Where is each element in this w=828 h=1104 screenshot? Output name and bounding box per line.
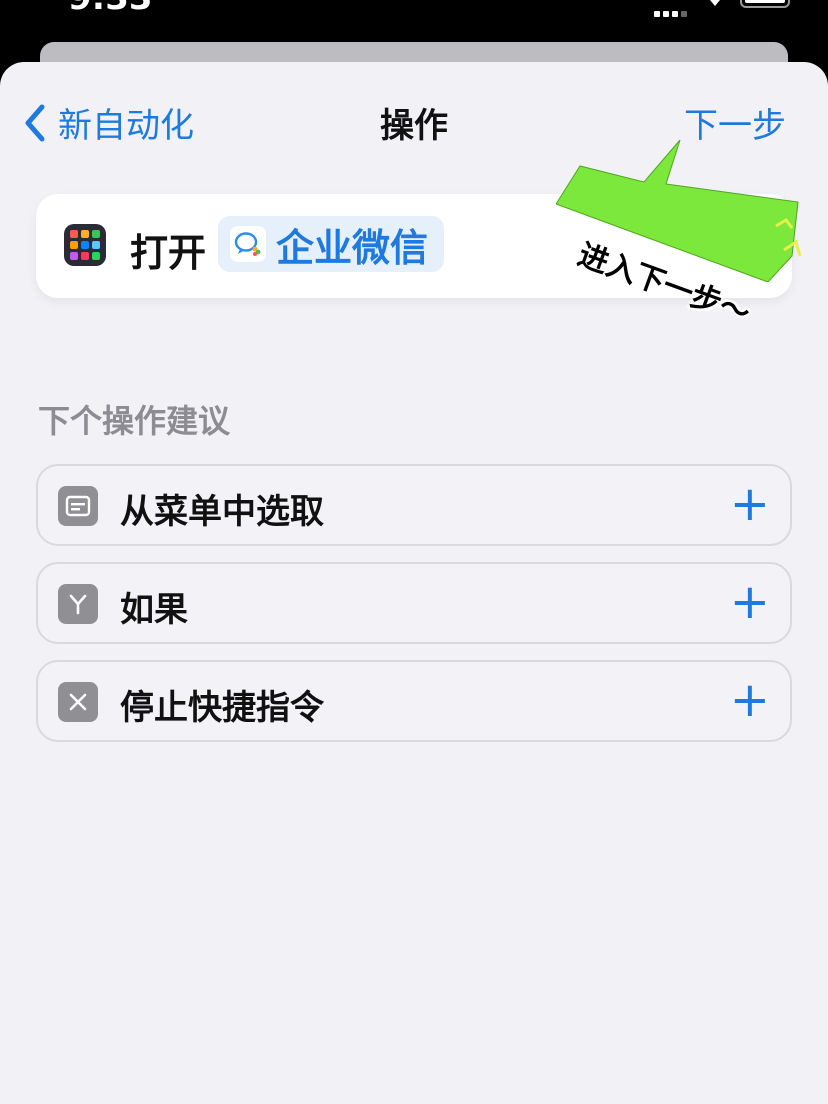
- add-suggestion-button[interactable]: +: [730, 672, 770, 728]
- suggestion-choose-from-menu[interactable]: 从菜单中选取 +: [36, 464, 792, 546]
- app-name: 企业微信: [276, 225, 429, 270]
- battery-icon: [740, 0, 790, 8]
- status-bar: 9:33: [0, 0, 828, 44]
- suggestion-label: 停止快捷指令: [120, 688, 324, 728]
- app-selector-chip[interactable]: 企业微信: [218, 216, 445, 272]
- add-suggestion-button[interactable]: +: [730, 574, 770, 630]
- status-time: 9:33: [68, 0, 153, 18]
- action-verb: 打开: [130, 231, 207, 275]
- back-button[interactable]: 新自动化: [24, 98, 194, 147]
- suggestion-if[interactable]: 如果 +: [36, 562, 792, 644]
- wecom-icon: [230, 226, 266, 262]
- wifi-icon: [710, 0, 720, 6]
- actions-sheet: 新自动化 操作 下一步 打开 企业微信 进入下一步～ 下个操作建议 从菜单中选取…: [0, 62, 828, 1104]
- suggestion-label: 如果: [120, 590, 188, 630]
- add-suggestion-button[interactable]: +: [730, 476, 770, 532]
- app-grid-icon: [64, 224, 106, 266]
- branch-icon: [58, 584, 98, 624]
- close-icon: [58, 682, 98, 722]
- suggestion-stop-shortcut[interactable]: 停止快捷指令 +: [36, 660, 792, 742]
- cellular-signal-icon: [654, 2, 690, 21]
- chevron-left-icon: [25, 104, 45, 141]
- menu-icon: [58, 486, 98, 526]
- back-button-label: 新自动化: [58, 106, 194, 146]
- suggestion-label: 从菜单中选取: [120, 492, 324, 532]
- suggestions-title: 下个操作建议: [38, 402, 231, 440]
